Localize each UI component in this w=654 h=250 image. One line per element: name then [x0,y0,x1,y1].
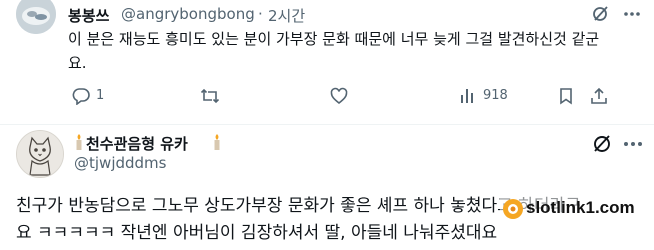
author-handle[interactable]: @tjwjdddms [74,154,166,172]
timestamp[interactable]: 2시간 [268,5,305,26]
tweet-1[interactable]: 봉봉쓰 @angrybongbong · 2시간 이 분은 재능도 흥미도 있는… [0,0,654,124]
share-icon[interactable] [590,87,608,105]
watermark-text: slotlink1.com [526,198,635,217]
avatar[interactable] [16,130,64,178]
retweet-icon[interactable] [200,87,220,105]
separator-dot: · [258,5,263,23]
candle-icon [212,134,222,150]
grok-icon[interactable] [591,133,613,155]
more-icon[interactable] [622,4,642,24]
author-name[interactable]: 천수관음형 유카 [86,133,188,154]
bookmark-icon[interactable] [557,87,575,105]
views-icon[interactable] [459,87,477,105]
watermark-logo-icon [502,198,524,220]
views-count: 918 [483,88,508,103]
author-name[interactable]: 봉봉쓰 [68,5,109,26]
tweet-2[interactable]: 천수관음형 유카 @tjwjdddms 친구가 반농담으로 그노무 상도가부장 … [0,125,654,250]
more-icon[interactable] [622,133,644,155]
tweet-text-line: 이 분은 재능도 흥미도 있는 분이 가부장 문화 때문에 너무 늦게 그걸 발… [68,30,600,48]
tweet-text: 이 분은 재능도 흥미도 있는 분이 가부장 문화 때문에 너무 늦게 그걸 발… [68,27,648,75]
reply-count: 1 [96,88,105,103]
grok-icon[interactable] [591,4,611,24]
avatar[interactable] [16,0,56,34]
tweet-text-line: 요. [68,54,87,72]
like-icon[interactable] [330,87,348,105]
reply-icon[interactable] [72,87,90,105]
author-handle[interactable]: @angrybongbong [121,5,255,23]
candle-icon [74,134,84,150]
